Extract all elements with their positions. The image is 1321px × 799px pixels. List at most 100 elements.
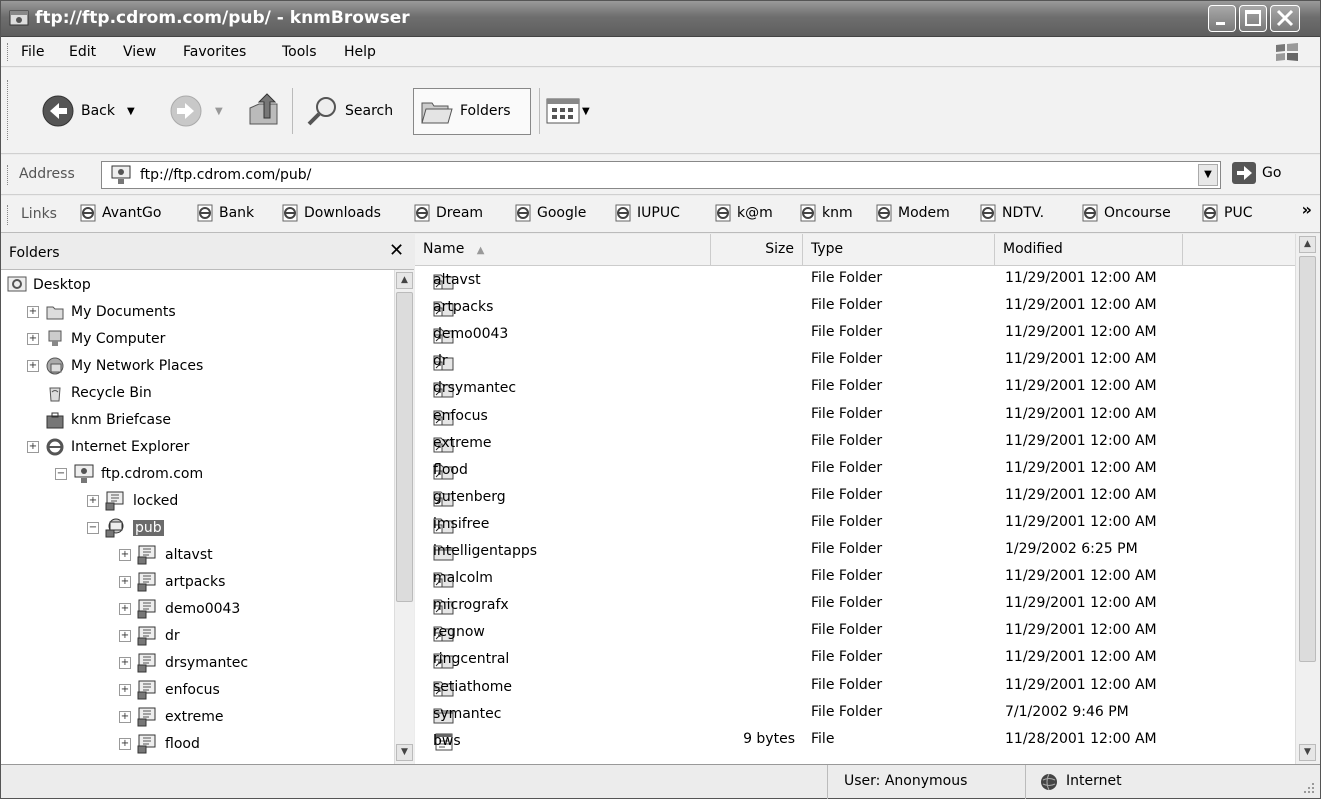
file-row[interactable]: drsymantec File Folder 11/29/2001 12:00 AM <box>415 374 1295 401</box>
column-header-modified[interactable]: Modified <box>995 234 1183 266</box>
back-button[interactable]: Back ▼ <box>41 94 135 128</box>
tree-item-artpacks[interactable]: + artpacks <box>119 568 225 595</box>
collapse-icon[interactable]: − <box>87 521 99 534</box>
file-row[interactable]: extreme File Folder 11/29/2001 12:00 AM <box>415 429 1295 456</box>
scroll-thumb[interactable] <box>1299 256 1316 662</box>
file-row[interactable]: artpacks File Folder 11/29/2001 12:00 AM <box>415 293 1295 320</box>
link-google[interactable]: Google <box>514 204 586 222</box>
expand-icon[interactable]: + <box>119 548 131 561</box>
address-value[interactable]: ftp://ftp.cdrom.com/pub/ <box>140 167 311 183</box>
folders-button[interactable]: Folders <box>413 88 531 135</box>
file-row[interactable]: imsifree File Folder 11/29/2001 12:00 AM <box>415 510 1295 537</box>
file-row[interactable]: setiathome File Folder 11/29/2001 12:00 AM <box>415 673 1295 700</box>
expand-icon[interactable]: + <box>119 683 131 696</box>
links-grip[interactable] <box>7 205 10 225</box>
tree-item-dr[interactable]: + dr <box>119 622 180 649</box>
expand-icon[interactable]: + <box>27 440 39 453</box>
file-row[interactable]: micrografx File Folder 11/29/2001 12:00 AM <box>415 591 1295 618</box>
tree-item-locked[interactable]: + locked <box>87 487 178 514</box>
links-overflow-chevron-icon[interactable]: » <box>1302 200 1312 219</box>
collapse-icon[interactable]: − <box>55 467 67 480</box>
tree-item-desktop[interactable]: Desktop <box>7 271 91 298</box>
tree-item-extreme[interactable]: + extreme <box>119 703 223 730</box>
file-row[interactable]: demo0043 File Folder 11/29/2001 12:00 AM <box>415 320 1295 347</box>
file-list-scrollbar[interactable]: ▲ ▼ <box>1295 234 1320 764</box>
tree-item-enfocus[interactable]: + enfocus <box>119 676 220 703</box>
resize-grip-icon[interactable] <box>1302 781 1316 795</box>
scroll-down-arrow-icon[interactable]: ▼ <box>396 744 413 761</box>
menu-bar-grip[interactable] <box>7 43 10 61</box>
scroll-thumb[interactable] <box>396 292 413 602</box>
file-row[interactable]: regnow File Folder 11/29/2001 12:00 AM <box>415 618 1295 645</box>
tree-item-my-network-places[interactable]: + My Network Places <box>27 352 203 379</box>
link-downloads[interactable]: Downloads <box>281 204 381 222</box>
file-row[interactable]: symantec File Folder 7/1/2002 9:46 PM <box>415 700 1295 727</box>
address-grip[interactable] <box>7 165 10 185</box>
tree-item-my-computer[interactable]: + My Computer <box>27 325 165 352</box>
address-field[interactable]: ftp://ftp.cdrom.com/pub/ ▼ <box>101 161 1221 189</box>
tree-item-drsymantec[interactable]: + drsymantec <box>119 649 248 676</box>
link-dream[interactable]: Dream <box>413 204 483 222</box>
file-row[interactable]: altavst File Folder 11/29/2001 12:00 AM <box>415 266 1295 293</box>
tree-item-my-documents[interactable]: + My Documents <box>27 298 176 325</box>
file-row[interactable]: dr File Folder 11/29/2001 12:00 AM <box>415 347 1295 374</box>
menu-favorites[interactable]: Favorites <box>183 44 246 60</box>
tree-item-flood[interactable]: + flood <box>119 730 200 757</box>
menu-edit[interactable]: Edit <box>69 44 96 60</box>
menu-help[interactable]: Help <box>344 44 376 60</box>
maximize-button[interactable] <box>1239 5 1267 32</box>
tree-item-altavst[interactable]: + altavst <box>119 541 213 568</box>
expand-icon[interactable]: + <box>119 629 131 642</box>
column-header-type[interactable]: Type <box>803 234 995 266</box>
file-row[interactable]: enfocus File Folder 11/29/2001 12:00 AM <box>415 402 1295 429</box>
expand-icon[interactable]: + <box>27 305 39 318</box>
close-button[interactable] <box>1270 5 1300 32</box>
menu-view[interactable]: View <box>123 44 156 60</box>
link-bank[interactable]: Bank <box>196 204 254 222</box>
views-button[interactable]: ▼ <box>546 98 590 124</box>
forward-dropdown-icon[interactable]: ▼ <box>215 106 223 117</box>
tree-item-internet-explorer[interactable]: + Internet Explorer <box>27 433 189 460</box>
expand-icon[interactable]: + <box>27 332 39 345</box>
up-folder-button[interactable] <box>247 92 281 128</box>
menu-file[interactable]: File <box>21 44 44 60</box>
expand-icon[interactable]: + <box>119 710 131 723</box>
menu-tools[interactable]: Tools <box>282 44 317 60</box>
expand-icon[interactable]: + <box>119 656 131 669</box>
go-button[interactable]: Go <box>1232 162 1281 184</box>
link-puc[interactable]: PUC <box>1201 204 1252 222</box>
column-header-size[interactable]: Size <box>711 234 803 266</box>
address-dropdown-icon[interactable]: ▼ <box>1198 164 1218 186</box>
tree-item-recycle-bin[interactable]: Recycle Bin <box>27 379 152 406</box>
expand-icon[interactable]: + <box>119 575 131 588</box>
toolbar-grip[interactable] <box>7 80 10 140</box>
file-row[interactable]: intelligentapps File Folder 1/29/2002 6:25… <box>415 537 1295 564</box>
scroll-up-arrow-icon[interactable]: ▲ <box>1299 236 1316 253</box>
link-iupuc[interactable]: IUPUC <box>614 204 680 222</box>
link-oncourse[interactable]: Oncourse <box>1081 204 1171 222</box>
link-modem[interactable]: Modem <box>875 204 950 222</box>
minimize-button[interactable] <box>1208 5 1236 32</box>
back-dropdown-icon[interactable]: ▼ <box>127 106 135 117</box>
expand-icon[interactable]: + <box>27 359 39 372</box>
link-avantgo[interactable]: AvantGo <box>79 204 161 222</box>
close-folders-pane-icon[interactable]: ✕ <box>389 240 404 261</box>
column-header-name[interactable]: Name ▲ <box>415 234 711 266</box>
scroll-down-arrow-icon[interactable]: ▼ <box>1299 744 1316 761</box>
file-row[interactable]: malcolm File Folder 11/29/2001 12:00 AM <box>415 564 1295 591</box>
search-button[interactable]: Search <box>305 94 393 128</box>
title-bar[interactable]: ftp://ftp.cdrom.com/pub/ - knmBrowser <box>1 1 1320 37</box>
expand-icon[interactable]: + <box>119 737 131 750</box>
tree-item-pub[interactable]: − pub <box>87 514 164 541</box>
link-knm[interactable]: knm <box>799 204 853 222</box>
link-k-m[interactable]: k@m <box>714 204 773 222</box>
link-ndtv[interactable]: NDTV. <box>979 204 1044 222</box>
file-row[interactable]: flood File Folder 11/29/2001 12:00 AM <box>415 456 1295 483</box>
folders-scrollbar[interactable]: ▲ ▼ <box>394 270 414 764</box>
scroll-up-arrow-icon[interactable]: ▲ <box>396 272 413 289</box>
tree-item-ftp-cdrom-com[interactable]: − ftp.cdrom.com <box>55 460 203 487</box>
file-row[interactable]: ringcentral File Folder 11/29/2001 12:00 A… <box>415 645 1295 672</box>
expand-icon[interactable]: + <box>119 602 131 615</box>
forward-button[interactable]: ▼ <box>169 94 223 128</box>
file-row[interactable]: bws 9 bytes File 11/28/2001 12:00 AM <box>415 727 1295 754</box>
